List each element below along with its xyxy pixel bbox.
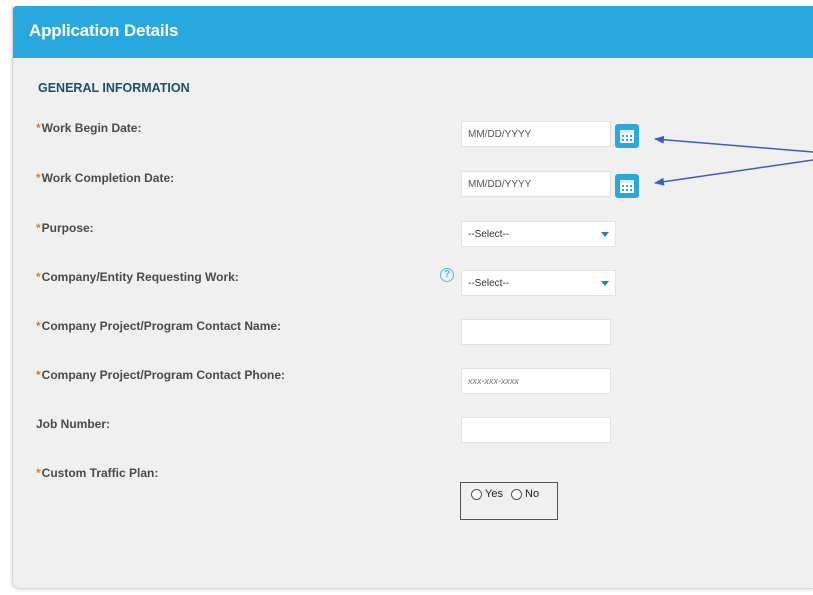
arrow-to-begin-date-calendar bbox=[654, 135, 813, 153]
arrow-to-completion-date-calendar bbox=[654, 159, 813, 186]
page: Application Details GENERAL INFORMATION … bbox=[0, 0, 813, 595]
annotation-arrows bbox=[654, 135, 813, 186]
